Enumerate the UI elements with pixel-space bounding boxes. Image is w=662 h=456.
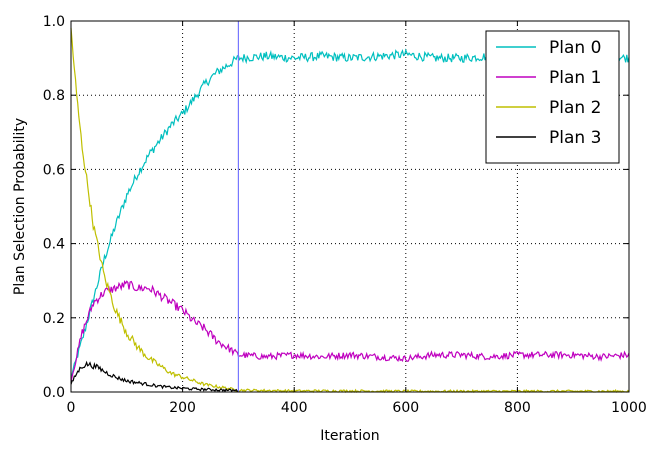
x-axis-label: Iteration bbox=[320, 428, 379, 444]
y-tick-label: 0.2 bbox=[43, 311, 65, 327]
x-tick-label: 800 bbox=[504, 400, 531, 416]
y-tick-label: 0.8 bbox=[43, 88, 65, 104]
y-tick-label: 0.6 bbox=[43, 162, 65, 178]
x-tick-label: 400 bbox=[281, 400, 308, 416]
y-tick-label: 0.0 bbox=[43, 385, 65, 401]
line-chart: 0 200 400 600 800 1000 0.0 0.2 0.4 0.6 0.8 1.0 Iter… bbox=[0, 0, 662, 456]
x-tick-label: 200 bbox=[169, 400, 196, 416]
legend-label: Plan 2 bbox=[549, 98, 601, 118]
y-tick-label: 1.0 bbox=[43, 14, 65, 30]
x-tick-label: 0 bbox=[67, 400, 76, 416]
y-tick-label: 0.4 bbox=[43, 237, 65, 253]
legend-label: Plan 0 bbox=[549, 38, 601, 58]
y-axis-label: Plan Selection Probability bbox=[12, 118, 28, 295]
x-tick-label: 600 bbox=[392, 400, 419, 416]
legend-label: Plan 1 bbox=[549, 68, 601, 88]
legend-label: Plan 3 bbox=[549, 128, 601, 148]
x-tick-label: 1000 bbox=[611, 400, 647, 416]
legend: Plan 0 Plan 1 Plan 2 Plan 3 bbox=[485, 30, 620, 164]
